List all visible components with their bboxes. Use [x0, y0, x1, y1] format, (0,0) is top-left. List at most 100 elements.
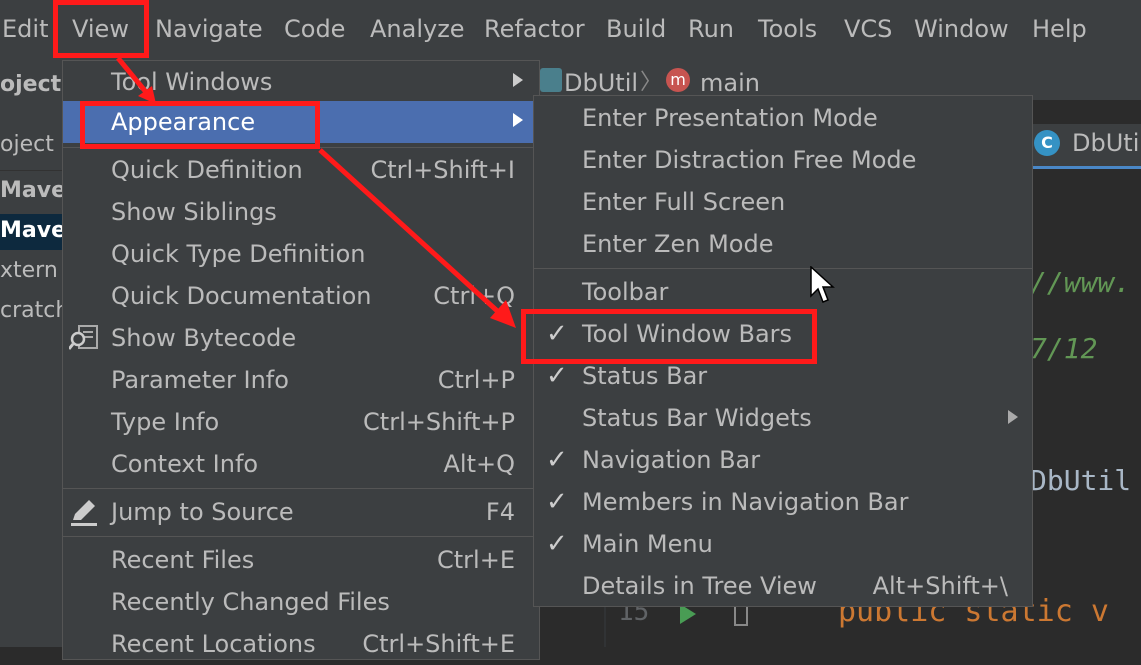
checkmark-icon: ✓	[546, 487, 568, 517]
menu-item-parameter-info[interactable]: Parameter Info Ctrl+P	[63, 359, 539, 401]
menu-item-label: Recent Locations	[111, 630, 316, 658]
pencil-icon	[71, 500, 97, 526]
menu-item-jump-to-source[interactable]: Jump to Source F4	[63, 491, 539, 533]
menu-item-show-siblings[interactable]: Show Siblings	[63, 191, 539, 233]
menu-item-label: Details in Tree View	[582, 572, 817, 600]
annotation-box-tool-window-bars	[521, 309, 817, 364]
menu-item-label: Type Info	[111, 408, 220, 436]
menu-separator	[534, 268, 1032, 269]
mouse-pointer-icon	[810, 266, 835, 303]
menu-item-label: Context Info	[111, 450, 259, 478]
menu-window[interactable]: Window	[914, 13, 1009, 45]
bookmark-icon	[734, 604, 748, 626]
menu-item-recent-locations[interactable]: Recent Locations Ctrl+Shift+E	[63, 623, 539, 665]
menu-item-shortcut: Ctrl+Shift+P	[363, 408, 515, 436]
menu-item-label: Enter Full Screen	[582, 188, 786, 216]
magnifier-bytecode-icon	[69, 325, 98, 350]
view-menu-dropdown: Tool Windows Appearance Quick Definition…	[62, 60, 540, 660]
menu-item-label: Quick Documentation	[111, 282, 372, 310]
menu-run[interactable]: Run	[688, 13, 734, 45]
method-icon: m	[666, 68, 690, 92]
menu-item-label: Tool Windows	[111, 68, 273, 96]
menu-item-recently-changed-files[interactable]: Recently Changed Files	[63, 581, 539, 623]
menu-item-label: Enter Zen Mode	[582, 230, 774, 258]
submenu-arrow-icon	[513, 73, 523, 87]
menu-item-shortcut: Alt+Shift+\	[872, 572, 1008, 600]
menu-separator	[63, 488, 539, 489]
menu-navigate[interactable]: Navigate	[155, 13, 263, 45]
code-class-name: DbUtil	[1030, 464, 1132, 497]
menu-item-label: Navigation Bar	[582, 446, 761, 474]
class-file-icon	[540, 68, 562, 92]
menu-vcs[interactable]: VCS	[844, 13, 892, 45]
menu-item-label: Show Bytecode	[111, 324, 297, 352]
menu-item-quick-definition[interactable]: Quick Definition Ctrl+Shift+I	[63, 149, 539, 191]
tree-item-scratches[interactable]: cratch	[0, 298, 69, 323]
menu-item-main-menu[interactable]: ✓ Main Menu	[534, 523, 1032, 565]
project-panel: oject oject Maven Maven xtern cratch	[0, 60, 82, 647]
menu-item-shortcut: Ctrl+E	[437, 546, 515, 574]
tab-label: DbUtil	[1072, 129, 1141, 157]
menu-item-type-info[interactable]: Type Info Ctrl+Shift+P	[63, 401, 539, 443]
menu-refactor[interactable]: Refactor	[484, 13, 585, 45]
code-comment-date: 7/12	[1030, 332, 1098, 365]
menu-item-navigation-bar[interactable]: ✓ Navigation Bar	[534, 439, 1032, 481]
panel-divider	[0, 170, 62, 171]
menu-item-enter-presentation-mode[interactable]: Enter Presentation Mode	[534, 97, 1032, 139]
menu-item-label: Quick Type Definition	[111, 240, 366, 268]
menu-item-details-in-tree-view[interactable]: Details in Tree View Alt+Shift+\	[534, 565, 1032, 607]
menu-tools[interactable]: Tools	[758, 13, 817, 45]
run-arrow-icon[interactable]	[680, 604, 696, 624]
checkmark-icon: ✓	[546, 361, 568, 391]
menu-item-label: Status Bar	[582, 362, 708, 390]
nav-file[interactable]: DbUtil	[564, 68, 638, 98]
nav-separator: 〉	[640, 70, 663, 95]
menu-item-members-in-navigation-bar[interactable]: ✓ Members in Navigation Bar	[534, 481, 1032, 523]
menu-item-show-bytecode[interactable]: Show Bytecode	[63, 317, 539, 359]
submenu-arrow-icon	[1008, 410, 1018, 424]
menu-separator	[63, 536, 539, 537]
menu-item-enter-distraction-free-mode[interactable]: Enter Distraction Free Mode	[534, 139, 1032, 181]
editor-tab[interactable]: C DbUtil	[1030, 124, 1141, 169]
menu-item-shortcut: F4	[485, 498, 515, 526]
checkmark-icon: ✓	[546, 529, 568, 559]
menu-item-label: Enter Presentation Mode	[582, 104, 878, 132]
annotation-box-appearance	[80, 101, 320, 149]
menu-item-quick-documentation[interactable]: Quick Documentation Ctrl+Q	[63, 275, 539, 317]
menu-item-shortcut: Ctrl+Shift+E	[362, 630, 515, 658]
code-comment-url: //www.	[1030, 266, 1132, 299]
nav-method[interactable]: main	[700, 68, 760, 98]
annotation-box-view	[53, 0, 149, 58]
menu-item-label: Main Menu	[582, 530, 713, 558]
menu-item-label: Enter Distraction Free Mode	[582, 146, 917, 174]
menu-item-status-bar-widgets[interactable]: Status Bar Widgets	[534, 397, 1032, 439]
menu-item-label: Recent Files	[111, 546, 255, 574]
main-menubar: Edit View Navigate Code Analyze Refactor…	[0, 0, 1141, 60]
submenu-arrow-icon	[513, 113, 523, 127]
menu-item-enter-zen-mode[interactable]: Enter Zen Mode	[534, 223, 1032, 265]
menu-item-label: Toolbar	[582, 278, 669, 306]
menu-item-enter-full-screen[interactable]: Enter Full Screen	[534, 181, 1032, 223]
menu-analyze[interactable]: Analyze	[370, 13, 465, 45]
menu-code[interactable]: Code	[284, 13, 345, 45]
menu-item-shortcut: Ctrl+Q	[433, 282, 515, 310]
menu-item-quick-type-definition[interactable]: Quick Type Definition	[63, 233, 539, 275]
menu-item-label: Show Siblings	[111, 198, 277, 226]
menu-item-shortcut: Ctrl+P	[437, 366, 515, 394]
menu-item-label: Recently Changed Files	[111, 588, 390, 616]
menu-item-tool-windows[interactable]: Tool Windows	[63, 61, 539, 103]
tree-item-external-libraries[interactable]: xtern	[0, 258, 58, 283]
project-view-selector[interactable]: oject	[0, 132, 54, 157]
menu-item-shortcut: Alt+Q	[443, 450, 516, 478]
menu-item-context-info[interactable]: Context Info Alt+Q	[63, 443, 539, 485]
menu-item-recent-files[interactable]: Recent Files Ctrl+E	[63, 539, 539, 581]
menu-help[interactable]: Help	[1032, 13, 1087, 45]
menu-item-toolbar[interactable]: Toolbar	[534, 271, 1032, 313]
menu-item-label: Quick Definition	[111, 156, 303, 184]
class-icon: C	[1034, 130, 1060, 156]
menu-build[interactable]: Build	[606, 13, 666, 45]
menu-item-label: Parameter Info	[111, 366, 289, 394]
menu-edit[interactable]: Edit	[2, 13, 48, 45]
menu-item-label: Jump to Source	[111, 498, 294, 526]
menu-item-shortcut: Ctrl+Shift+I	[370, 156, 515, 184]
